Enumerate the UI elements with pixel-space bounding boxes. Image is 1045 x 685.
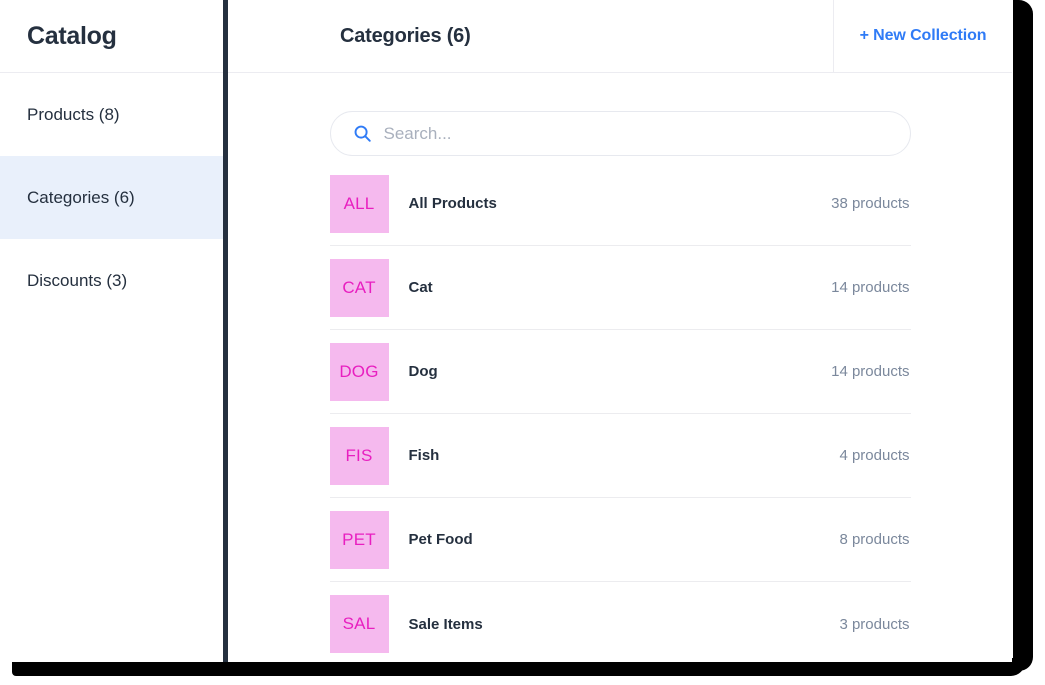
main-header: Categories (6) + New Collection xyxy=(228,0,1012,73)
new-collection-button[interactable]: + New Collection xyxy=(860,27,987,45)
category-name: Fish xyxy=(408,447,440,464)
category-thumbnail: DOG xyxy=(329,342,389,401)
table-row[interactable]: CAT Cat 14 products xyxy=(329,246,911,330)
search-icon xyxy=(354,125,371,142)
category-name: Dog xyxy=(408,363,438,380)
categories-list: ALL All Products 38 products CAT Cat 14 … xyxy=(329,156,911,662)
sidebar-item-discounts[interactable]: Discounts (3) xyxy=(0,239,228,322)
sidebar: Catalog Products (8) Categories (6) Disc… xyxy=(0,0,228,662)
category-code: SAL xyxy=(342,614,376,633)
page-title: Categories (6) xyxy=(340,24,471,47)
sidebar-item-categories[interactable]: Categories (6) xyxy=(0,156,228,239)
category-name: Sale Items xyxy=(408,615,483,633)
category-thumbnail: PET xyxy=(329,510,389,569)
table-row[interactable]: ALL All Products 38 products xyxy=(329,162,911,246)
new-collection-area: + New Collection xyxy=(834,0,1012,72)
category-product-count: 3 products xyxy=(839,615,910,633)
sidebar-item-label: Discounts (3) xyxy=(27,270,128,290)
category-thumbnail: CAT xyxy=(329,258,389,317)
sidebar-header: Catalog xyxy=(0,0,228,73)
sidebar-nav: Products (8) Categories (6) Discounts (3… xyxy=(0,73,228,322)
search-input[interactable] xyxy=(383,123,910,144)
app-window: Catalog Products (8) Categories (6) Disc… xyxy=(0,0,1012,662)
category-thumbnail: ALL xyxy=(329,174,389,233)
content-area: ALL All Products 38 products CAT Cat 14 … xyxy=(228,73,1012,662)
category-product-count: 8 products xyxy=(839,531,910,548)
table-row[interactable]: FIS Fish 4 products xyxy=(329,414,911,498)
sidebar-item-label: Products (8) xyxy=(27,104,120,124)
category-name: Cat xyxy=(408,279,433,296)
table-row[interactable]: PET Pet Food 8 products xyxy=(329,498,911,582)
category-code: PET xyxy=(342,529,376,549)
search-bar[interactable] xyxy=(329,111,911,156)
category-thumbnail: SAL xyxy=(329,595,389,653)
category-code: ALL xyxy=(343,193,375,213)
category-code: DOG xyxy=(339,361,379,381)
sidebar-item-products[interactable]: Products (8) xyxy=(0,73,228,156)
category-code: CAT xyxy=(342,277,376,297)
app-title: Catalog xyxy=(27,21,117,50)
main-header-title-area: Categories (6) xyxy=(228,0,834,72)
category-name: Pet Food xyxy=(408,531,473,548)
device-bezel-right xyxy=(1013,0,1033,671)
category-product-count: 14 products xyxy=(831,363,910,380)
category-product-count: 14 products xyxy=(831,279,910,296)
table-row[interactable]: SAL Sale Items 3 products xyxy=(329,582,911,662)
device-frame: Catalog Products (8) Categories (6) Disc… xyxy=(0,0,1045,685)
category-product-count: 4 products xyxy=(839,447,910,464)
table-row[interactable]: DOG Dog 14 products xyxy=(329,330,911,414)
category-thumbnail: FIS xyxy=(329,426,389,485)
category-name: All Products xyxy=(408,195,497,212)
category-product-count: 38 products xyxy=(831,195,910,212)
main-panel: Categories (6) + New Collection Search..… xyxy=(228,0,1012,662)
category-code: FIS xyxy=(345,445,373,465)
sidebar-item-label: Categories (6) xyxy=(27,187,135,207)
